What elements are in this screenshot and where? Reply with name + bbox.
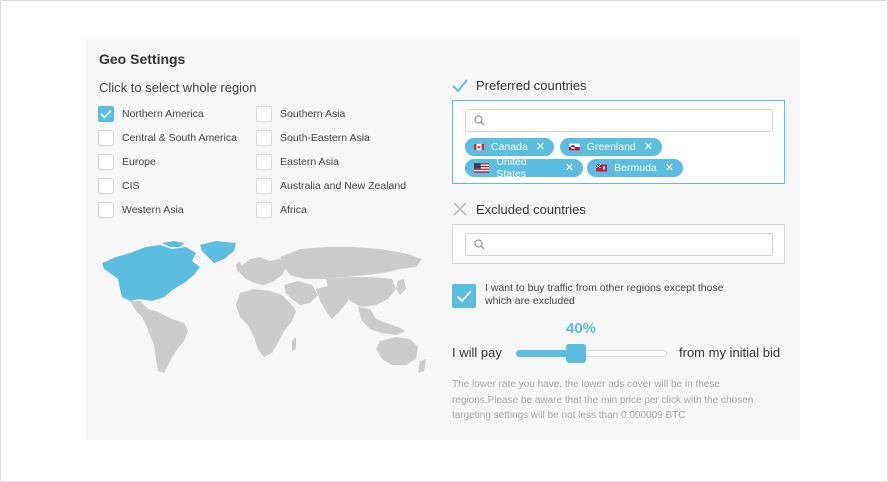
- region-label: Europe: [122, 156, 156, 168]
- bid-slider-handle[interactable]: [566, 344, 587, 363]
- map-region-western-asia[interactable]: [284, 281, 318, 305]
- region-label: Northern America: [122, 108, 204, 120]
- preferred-countries-heading: Preferred countries: [476, 77, 587, 93]
- checkbox[interactable]: [98, 130, 114, 146]
- page-title: Geo Settings: [99, 51, 186, 67]
- region-australia-new-zealand[interactable]: Australia and New Zealand: [256, 177, 406, 195]
- region-southern-asia[interactable]: Southern Asia: [256, 105, 345, 123]
- map-new-zealand[interactable]: [418, 359, 426, 373]
- checkbox[interactable]: [98, 154, 114, 170]
- region-central-south-america[interactable]: Central & South America: [98, 129, 237, 147]
- chip-label: Bermuda: [614, 162, 657, 174]
- preferred-search-input[interactable]: [489, 110, 772, 131]
- region-cis[interactable]: CIS: [98, 177, 140, 195]
- map-region-central-south-america[interactable]: [130, 301, 188, 373]
- remove-chip-icon[interactable]: ✕: [644, 141, 653, 153]
- region-south-eastern-asia[interactable]: South-Eastern Asia: [256, 129, 370, 147]
- remove-chip-icon[interactable]: ✕: [565, 162, 574, 174]
- map-region-europe[interactable]: [240, 257, 286, 285]
- excluded-countries-header: Excluded countries: [452, 201, 586, 217]
- chip-label: Canada: [491, 141, 528, 153]
- region-western-asia[interactable]: Western Asia: [98, 201, 184, 219]
- other-regions-label: I want to buy traffic from other regions…: [485, 282, 724, 307]
- region-label: CIS: [122, 180, 140, 192]
- checkbox[interactable]: [256, 130, 272, 146]
- cross-icon: [452, 201, 468, 217]
- chip-label: Greenland: [586, 141, 636, 153]
- pay-label: I will pay: [452, 345, 502, 360]
- flag-canada-icon: [474, 143, 484, 151]
- country-chip-united-states[interactable]: United States ✕: [465, 156, 583, 180]
- search-icon: [474, 239, 485, 250]
- region-europe[interactable]: Europe: [98, 153, 156, 171]
- region-label: Central & South America: [122, 132, 237, 144]
- checkbox[interactable]: [256, 202, 272, 218]
- map-greenland[interactable]: [200, 241, 236, 263]
- search-icon: [474, 115, 485, 126]
- check-icon: [452, 77, 468, 93]
- checkbox[interactable]: [98, 202, 114, 218]
- other-regions-checkbox[interactable]: [452, 284, 476, 308]
- region-label: Australia and New Zealand: [280, 180, 407, 192]
- flag-bermuda-icon: [596, 164, 608, 172]
- flag-greenland-icon: [569, 143, 580, 151]
- country-settings-column: Preferred countries Canada ✕ Greenland ✕…: [452, 39, 792, 440]
- region-africa[interactable]: Africa: [256, 201, 307, 219]
- rate-notice: The lower rate you have, the lower ads c…: [452, 379, 754, 421]
- map-region-northern-america[interactable]: [102, 245, 200, 301]
- bid-slider-row: I will pay from my initial bid: [452, 343, 792, 363]
- preferred-search-field[interactable]: [465, 109, 773, 132]
- region-select-subtitle: Click to select whole region: [99, 80, 257, 95]
- region-label: Southern Asia: [280, 108, 346, 120]
- excluded-search-field[interactable]: [465, 233, 773, 256]
- region-label: Africa: [280, 204, 307, 216]
- chip-label: United States: [496, 156, 527, 180]
- world-map[interactable]: [100, 239, 430, 379]
- checkbox-checked-icon[interactable]: [98, 106, 114, 122]
- map-madagascar[interactable]: [292, 337, 296, 351]
- flag-united-states-icon: [474, 163, 490, 173]
- geo-settings-panel: Geo Settings Click to select whole regio…: [86, 39, 800, 440]
- region-label: Western Asia: [122, 204, 184, 216]
- country-chip-greenland[interactable]: Greenland ✕: [560, 138, 662, 156]
- initial-bid-label: from my initial bid: [679, 345, 781, 360]
- map-region-africa[interactable]: [236, 289, 296, 357]
- remove-chip-icon[interactable]: ✕: [536, 141, 545, 153]
- checkbox[interactable]: [256, 106, 272, 122]
- remove-chip-icon[interactable]: ✕: [665, 162, 674, 174]
- region-eastern-asia[interactable]: Eastern Asia: [256, 153, 339, 171]
- bid-percent-label: 40%: [566, 320, 597, 337]
- map-arctic-islands[interactable]: [162, 241, 184, 247]
- excluded-search-input[interactable]: [489, 234, 772, 255]
- region-label: Eastern Asia: [280, 156, 339, 168]
- region-label: South-Eastern Asia: [280, 132, 370, 144]
- map-japan[interactable]: [396, 279, 406, 295]
- excluded-countries-heading: Excluded countries: [476, 201, 586, 217]
- map-region-cis[interactable]: [280, 247, 422, 279]
- map-region-south-eastern-asia[interactable]: [358, 307, 406, 335]
- map-region-australia-new-zealand[interactable]: [376, 337, 418, 365]
- excluded-countries-box: [452, 224, 785, 264]
- preferred-countries-header: Preferred countries: [452, 77, 587, 93]
- country-chip-bermuda[interactable]: Bermuda ✕: [587, 159, 683, 177]
- country-chip-canada[interactable]: Canada ✕: [465, 138, 554, 156]
- preferred-countries-box: Canada ✕ Greenland ✕ United States ✕ Ber…: [452, 100, 785, 184]
- region-northern-america[interactable]: Northern America: [98, 105, 204, 123]
- checkbox[interactable]: [256, 178, 272, 194]
- checkbox[interactable]: [256, 154, 272, 170]
- checkbox[interactable]: [98, 178, 114, 194]
